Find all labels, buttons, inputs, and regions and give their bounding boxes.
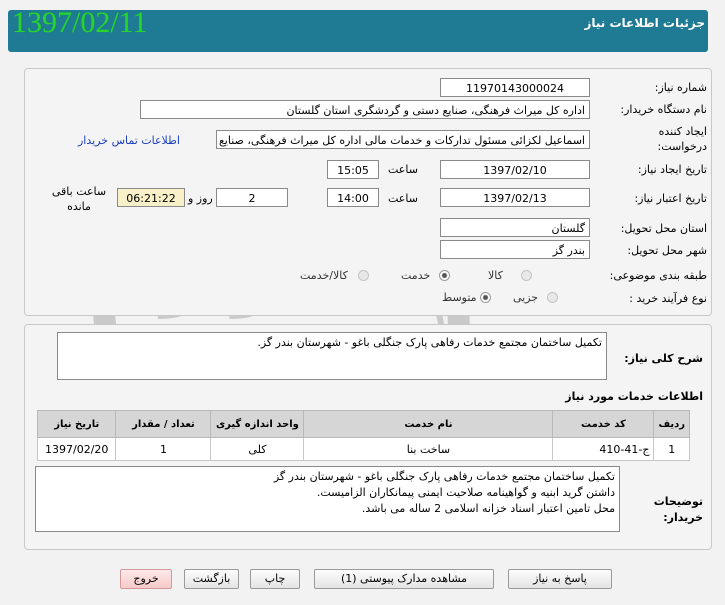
cell-need-date: 1397/02/20 xyxy=(36,437,117,461)
process-label: نوع فرآیند خرید : xyxy=(629,292,707,305)
cell-unit: کلی xyxy=(210,437,305,461)
page-title: جزئیات اطلاعات نیاز xyxy=(584,16,705,30)
city-field: بندر گز xyxy=(440,240,590,259)
valid-date-field: 1397/02/13 xyxy=(440,188,590,207)
process-option-medium: متوسط xyxy=(442,291,477,304)
category-radio-goods-service[interactable] xyxy=(358,270,369,281)
back-button[interactable]: بازگشت xyxy=(184,569,239,589)
category-radio-goods[interactable] xyxy=(521,270,532,281)
buyer-org-label: نام دستگاه خریدار: xyxy=(620,103,707,116)
buyer-notes-line: محل تامین اعتبار اسناد خزانه اسلامی 2 سا… xyxy=(361,502,615,515)
print-button[interactable]: چاپ xyxy=(250,569,300,589)
buyer-notes-text: تکمیل ساختمان مجتمع خدمات رفاهی پارک جنگ… xyxy=(35,466,620,532)
cell-service-name: ساخت بنا xyxy=(303,437,554,461)
process-option-minor: جزیی xyxy=(513,291,539,304)
summary-label: شرح کلی نیاز: xyxy=(624,352,703,365)
days-field: 2 xyxy=(216,188,288,207)
respond-button[interactable]: پاسخ به نیاز xyxy=(508,569,612,589)
col-unit: واحد اندازه گیری xyxy=(210,410,305,438)
summary-text: تکمیل ساختمان مجتمع خدمات رفاهی پارک جنگ… xyxy=(57,332,607,380)
category-label: طبقه بندی موضوعی: xyxy=(609,269,707,282)
exit-button[interactable]: خروج xyxy=(120,569,172,589)
buyer-notes-line: داشتن گرید ابنیه و گواهینامه صلاحیت ایمن… xyxy=(316,486,615,499)
valid-date-label: تاریخ اعتبار نیاز: xyxy=(634,192,707,205)
header-date: 1397/02/11 xyxy=(12,6,148,39)
need-number-label: شماره نیاز: xyxy=(654,81,707,94)
buyer-notes-line: تکمیل ساختمان مجتمع خدمات رفاهی پارک جنگ… xyxy=(273,470,615,483)
process-radio-medium[interactable] xyxy=(480,292,491,303)
category-option-goods: کالا xyxy=(488,269,503,282)
col-service-code: کد خدمت xyxy=(552,410,655,438)
days-label: روز و xyxy=(188,192,213,205)
valid-time-field: 14:00 xyxy=(327,188,379,207)
services-title: اطلاعات خدمات مورد نیاز xyxy=(565,390,703,403)
category-option-service: خدمت xyxy=(401,269,431,282)
created-date-label: تاریخ ایجاد نیاز: xyxy=(637,163,707,176)
services-table: ردیف کد خدمت نام خدمت واحد اندازه گیری ت… xyxy=(36,410,690,461)
creator-field: اسماعیل لکزائی مسئول تدارکات و خدمات مال… xyxy=(216,130,590,149)
created-time-label: ساعت xyxy=(388,163,418,176)
col-service-name: نام خدمت xyxy=(303,410,554,438)
need-number-field: 11970143000024 xyxy=(440,78,590,97)
valid-time-label: ساعت xyxy=(388,192,418,205)
table-row: 1 ج-41-410 ساخت بنا کلی 1 1397/02/20 xyxy=(36,437,690,461)
cell-quantity: 1 xyxy=(115,437,212,461)
col-quantity: تعداد / مقدار xyxy=(115,410,212,438)
created-date-field: 1397/02/10 xyxy=(440,160,590,179)
view-documents-button[interactable]: مشاهده مدارک پیوستی (1) xyxy=(314,569,494,589)
buyer-notes-label: توضیحات خریدار: xyxy=(653,495,703,524)
col-row-number: ردیف xyxy=(653,410,690,438)
cell-row-number: 1 xyxy=(653,437,690,461)
creator-label: ایجاد کننده درخواست: xyxy=(657,125,707,153)
province-field: گلستان xyxy=(440,218,590,237)
created-time-field: 15:05 xyxy=(327,160,379,179)
city-label: شهر محل تحویل: xyxy=(627,244,707,257)
province-label: استان محل تحویل: xyxy=(620,222,707,235)
cell-service-code: ج-41-410 xyxy=(552,437,655,461)
process-radio-minor[interactable] xyxy=(547,292,558,303)
buyer-org-field: اداره کل میراث فرهنگی، صنایع دستی و گردش… xyxy=(140,100,590,119)
category-option-goods-service: کالا/خدمت xyxy=(300,269,348,282)
remaining-time-field: 06:21:22 xyxy=(117,188,185,207)
table-header-row: ردیف کد خدمت نام خدمت واحد اندازه گیری ت… xyxy=(36,410,690,438)
buyer-contact-link[interactable]: اطلاعات تماس خریدار xyxy=(78,134,180,147)
category-radio-service[interactable] xyxy=(439,270,450,281)
remaining-time-label: ساعت باقی مانده xyxy=(51,185,107,213)
col-need-date: تاریخ نیاز xyxy=(36,410,117,438)
